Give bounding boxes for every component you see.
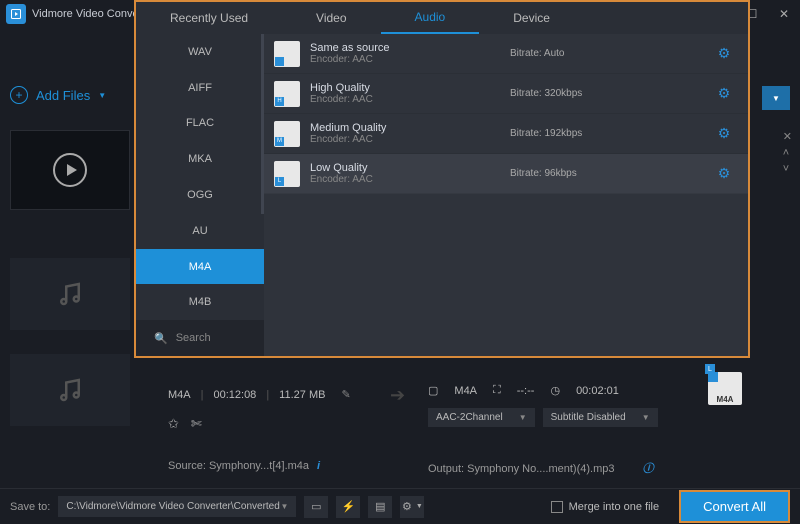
preset-icon: H: [274, 81, 300, 107]
merge-checkbox[interactable]: Merge into one file: [551, 501, 660, 513]
quality-name: Same as source: [310, 42, 500, 54]
gear-icon[interactable]: ⚙: [714, 125, 734, 142]
format-tab-device[interactable]: Device: [479, 2, 584, 34]
quality-bitrate: Bitrate: 96kbps: [510, 168, 704, 179]
format-tab-recently-used[interactable]: Recently Used: [136, 2, 282, 34]
format-item-flac[interactable]: FLAC: [136, 106, 264, 142]
quality-bitrate: Bitrate: Auto: [510, 48, 704, 59]
app-logo: [6, 4, 26, 24]
effects-icon[interactable]: ✩: [168, 416, 179, 432]
format-item-aiff[interactable]: AIFF: [136, 70, 264, 106]
format-item-ogg[interactable]: OGG: [136, 177, 264, 213]
gear-icon[interactable]: ⚙: [714, 45, 734, 62]
quality-name: Medium Quality: [310, 122, 500, 134]
target-format-badge[interactable]: L M4A: [708, 372, 742, 405]
format-item-wav[interactable]: WAV: [136, 34, 264, 70]
plus-icon: +: [10, 86, 28, 104]
move-down-icon[interactable]: ˅: [783, 163, 792, 175]
preset-icon: [274, 41, 300, 67]
file-thumb-1[interactable]: [10, 258, 130, 330]
output-path: Output: Symphony No....ment)(4).mp3ⓘ: [428, 460, 653, 476]
edit-name-icon[interactable]: ✎: [341, 388, 350, 401]
quality-name: Low Quality: [310, 162, 500, 174]
save-path-select[interactable]: C:\Vidmore\Vidmore Video Converter\Conve…: [58, 496, 296, 517]
chevron-down-icon: ▼: [98, 91, 106, 100]
file-info: M4A | 00:12:08 | 11.27 MB ✎: [168, 388, 351, 401]
hw-accel-button[interactable]: ⚡: [336, 496, 360, 518]
format-tab-audio[interactable]: Audio: [381, 2, 480, 34]
quality-name: High Quality: [310, 82, 500, 94]
gear-icon[interactable]: ⚙: [714, 85, 734, 102]
quality-row[interactable]: L Low QualityEncoder: AAC Bitrate: 96kbps ⚙: [264, 154, 748, 194]
format-item-mka[interactable]: MKA: [136, 141, 264, 177]
format-dropdown-button[interactable]: ▼: [762, 86, 790, 110]
add-files-button[interactable]: + Add Files ▼: [10, 86, 106, 104]
quality-row[interactable]: H High QualityEncoder: AAC Bitrate: 320kbp…: [264, 74, 748, 114]
format-item-m4a[interactable]: M4A: [136, 249, 264, 285]
quality-encoder: Encoder: AAC: [310, 174, 500, 185]
move-up-icon[interactable]: ˄: [783, 147, 792, 159]
audio-codec-select[interactable]: AAC-2Channel▼: [428, 408, 535, 427]
close-panel-icon[interactable]: ✕: [783, 130, 792, 143]
clock-icon: ◷: [550, 384, 560, 397]
save-to-label: Save to:: [10, 501, 50, 513]
format-picker-panel: Recently UsedVideoAudioDevice WAVAIFFFLA…: [134, 0, 750, 358]
convert-all-button[interactable]: Convert All: [679, 490, 790, 523]
close-button[interactable]: ✕: [768, 0, 800, 28]
format-tab-video[interactable]: Video: [282, 2, 380, 34]
target-duration: 00:02:01: [576, 385, 619, 397]
play-icon: [53, 153, 87, 187]
quality-row[interactable]: Same as sourceEncoder: AAC Bitrate: Auto ⚙: [264, 34, 748, 74]
video-preview[interactable]: [10, 130, 130, 210]
target-format: M4A: [454, 385, 477, 397]
format-item-m4b[interactable]: M4B: [136, 284, 264, 320]
task-button[interactable]: ▤: [368, 496, 392, 518]
file-thumb-2[interactable]: [10, 354, 130, 426]
checkbox-icon: [551, 501, 563, 513]
open-folder-button[interactable]: ▭: [304, 496, 328, 518]
subtitle-select[interactable]: Subtitle Disabled▼: [543, 408, 658, 427]
info-icon[interactable]: ⓘ: [642, 463, 653, 475]
preset-icon: L: [274, 161, 300, 187]
add-files-label: Add Files: [36, 88, 90, 103]
quality-encoder: Encoder: AAC: [310, 94, 500, 105]
settings-button[interactable]: ⚙▼: [400, 496, 424, 518]
cut-icon[interactable]: ✄: [191, 416, 202, 432]
app-title: Vidmore Video Conver: [32, 8, 142, 20]
target-aspect: --:--: [517, 385, 535, 397]
quality-encoder: Encoder: AAC: [310, 54, 500, 65]
quality-bitrate: Bitrate: 320kbps: [510, 88, 704, 99]
arrow-icon: ➔: [390, 385, 405, 406]
expand-icon: ⛶: [493, 384, 501, 397]
info-icon[interactable]: i: [317, 460, 320, 472]
format-item-au[interactable]: AU: [136, 213, 264, 249]
format-search[interactable]: 🔍Search: [136, 320, 264, 356]
source-path: Source: Symphony...t[4].m4ai: [168, 460, 320, 472]
preset-icon: M: [274, 121, 300, 147]
screen-icon: ▢: [428, 384, 438, 397]
file-duration: 00:12:08: [213, 389, 256, 401]
gear-icon[interactable]: ⚙: [714, 165, 734, 182]
file-size: 11.27 MB: [279, 389, 325, 401]
quality-encoder: Encoder: AAC: [310, 134, 500, 145]
file-format: M4A: [168, 389, 191, 401]
search-icon: 🔍: [154, 332, 168, 345]
scrollbar[interactable]: [261, 34, 264, 214]
quality-bitrate: Bitrate: 192kbps: [510, 128, 704, 139]
quality-row[interactable]: M Medium QualityEncoder: AAC Bitrate: 192k…: [264, 114, 748, 154]
